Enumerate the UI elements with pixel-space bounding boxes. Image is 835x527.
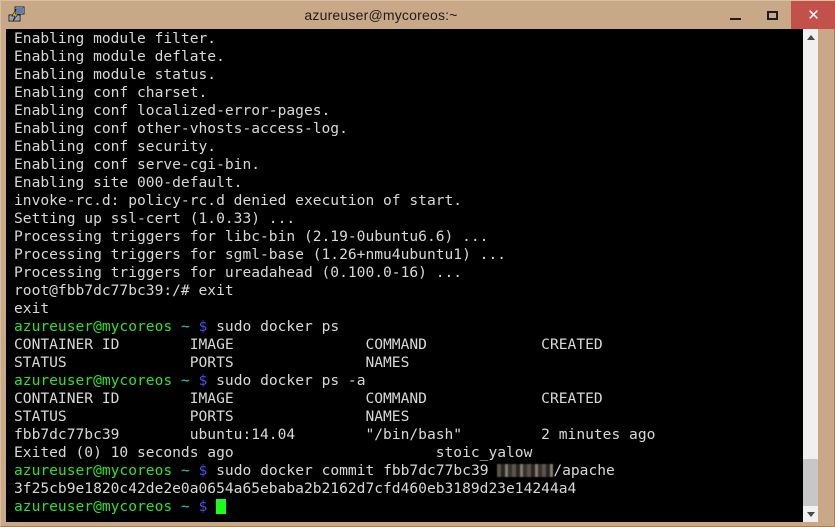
docker-ps-header-row-2: STATUS PORTS NAMES <box>14 354 410 371</box>
prompt-space-2 <box>190 498 199 515</box>
prompt-space-3 <box>207 462 216 479</box>
window-controls: ✕ <box>717 1 835 29</box>
command-text: sudo docker ps -a <box>216 372 366 389</box>
prompt-space-3 <box>207 318 216 335</box>
terminal-line: Processing triggers for libc-bin (2.19-0… <box>14 228 489 245</box>
prompt-space-3 <box>207 498 216 515</box>
prompt-path: ~ <box>180 318 190 335</box>
docker-ps-header-row: CONTAINER ID IMAGE COMMAND CREATED <box>14 390 603 407</box>
terminal-line: Enabling conf localized-error-pages. <box>14 102 331 119</box>
prompt-space-3 <box>207 372 216 389</box>
terminal-line: Processing triggers for ureadahead (0.10… <box>14 264 463 281</box>
scrollbar-thumb[interactable] <box>803 459 818 506</box>
prompt-space-2 <box>190 462 199 479</box>
maximize-icon <box>767 10 778 20</box>
terminal-line: invoke-rc.d: policy-rc.d denied executio… <box>14 192 463 209</box>
docker-container-row-2: Exited (0) 10 seconds ago stoic_yalow <box>14 444 533 461</box>
terminal-command-line: azureuser@mycoreos ~ $ sudo docker ps <box>14 318 802 336</box>
prompt-user-host: azureuser@mycoreos <box>14 372 173 389</box>
prompt-path: ~ <box>180 498 190 515</box>
terminal-line: Processing triggers for sgml-base (1.26+… <box>14 246 507 263</box>
terminal-command-line: azureuser@mycoreos ~ $ sudo docker ps -a <box>14 372 802 390</box>
terminal-line: root@fbb7dc77bc39:/# exit <box>14 282 234 299</box>
minimize-icon <box>730 17 741 20</box>
redacted-username-blur <box>497 464 554 477</box>
command-text-suffix: /apache <box>553 462 615 479</box>
terminal-line: Enabling conf serve-cgi-bin. <box>14 156 261 173</box>
docker-container-row: fbb7dc77bc39 ubuntu:14.04 "/bin/bash" 2 … <box>14 426 656 443</box>
title-bar[interactable]: azureuser@mycoreos:~ ✕ <box>1 1 835 29</box>
terminal-screen[interactable]: Enabling module filter. Enabling module … <box>6 29 802 522</box>
terminal-cursor <box>216 499 227 514</box>
terminal-active-prompt[interactable]: azureuser@mycoreos ~ $ <box>14 498 802 516</box>
prompt-user-host: azureuser@mycoreos <box>14 462 173 479</box>
terminal-line: Enabling module filter. <box>14 30 217 47</box>
prompt-path: ~ <box>180 462 190 479</box>
terminal-area[interactable]: Enabling module filter. Enabling module … <box>6 29 818 522</box>
terminal-command-line: azureuser@mycoreos ~ $ sudo docker commi… <box>14 462 802 480</box>
close-button[interactable]: ✕ <box>791 1 835 29</box>
close-icon: ✕ <box>807 6 820 24</box>
putty-terminal-icon[interactable] <box>7 5 27 25</box>
terminal-line: Enabling site 000-default. <box>14 174 243 191</box>
docker-commit-image-id: 3f25cb9e1820c42de2e0a0654a65ebaba2b2162d… <box>14 480 577 497</box>
prompt-path: ~ <box>180 372 190 389</box>
terminal-line: Setting up ssl-cert (1.0.33) ... <box>14 210 296 227</box>
terminal-line: exit <box>14 300 50 317</box>
prompt-user-host: azureuser@mycoreos <box>14 498 173 515</box>
putty-terminal-window: azureuser@mycoreos:~ ✕ Enabling module f… <box>0 0 835 527</box>
maximize-button[interactable] <box>754 1 791 29</box>
terminal-line: Enabling module status. <box>14 66 217 83</box>
command-text: sudo docker ps <box>216 318 340 335</box>
terminal-line: Enabling conf other-vhosts-access-log. <box>14 120 348 137</box>
prompt-space-2 <box>190 318 199 335</box>
terminal-line: Enabling conf security. <box>14 138 217 155</box>
window-title: azureuser@mycoreos:~ <box>304 7 458 23</box>
command-text: sudo docker commit fbb7dc77bc39 <box>216 462 498 479</box>
docker-ps-header-row: CONTAINER ID IMAGE COMMAND CREATED <box>14 336 603 353</box>
terminal-vertical-scrollbar[interactable] <box>802 29 818 522</box>
scroll-down-arrow-icon[interactable] <box>803 506 818 522</box>
scroll-up-arrow-icon[interactable] <box>803 29 818 45</box>
minimize-button[interactable] <box>717 1 754 29</box>
prompt-user-host: azureuser@mycoreos <box>14 318 173 335</box>
terminal-line: Enabling module deflate. <box>14 48 225 65</box>
docker-ps-header-row-2: STATUS PORTS NAMES <box>14 408 410 425</box>
prompt-space-2 <box>190 372 199 389</box>
terminal-line: Enabling conf charset. <box>14 84 208 101</box>
